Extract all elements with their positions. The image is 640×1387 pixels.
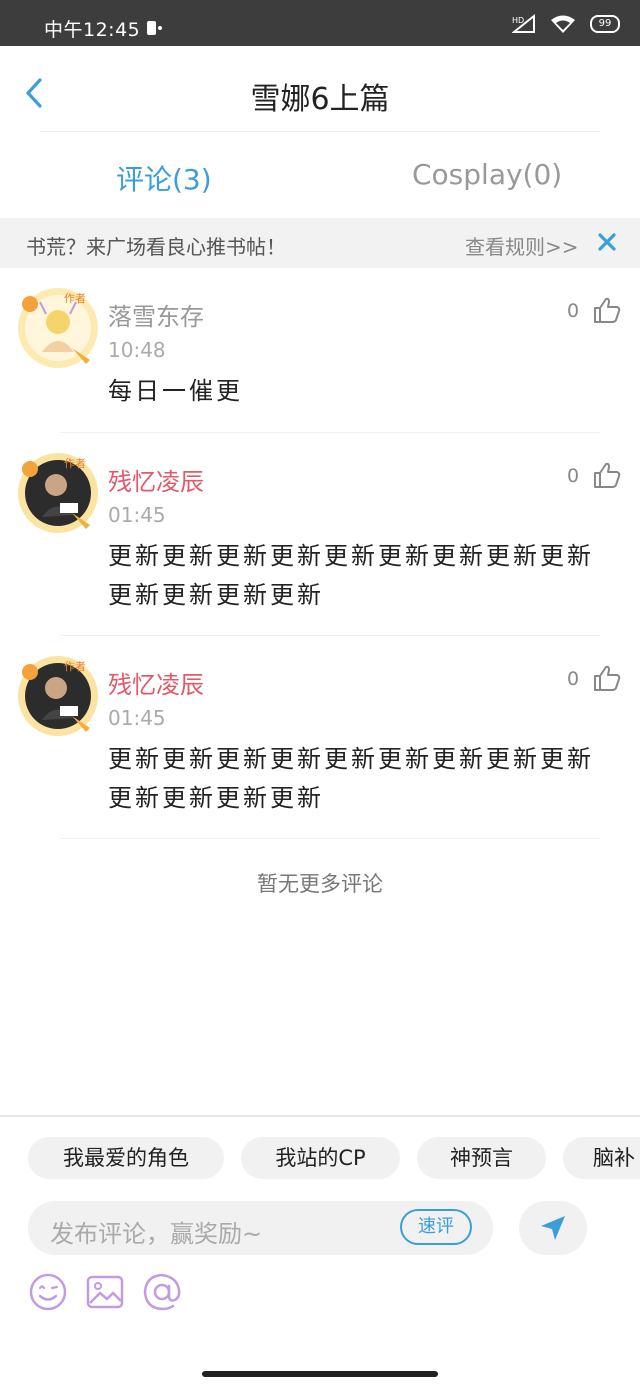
- comment-text: 每日一催更: [108, 377, 243, 405]
- avatar[interactable]: 作者: [12, 282, 104, 374]
- comment-time: 01:45: [108, 503, 166, 527]
- tab-comments[interactable]: 评论(3): [116, 158, 212, 198]
- svg-text:作者: 作者: [64, 292, 86, 305]
- avatar[interactable]: 作者: [12, 650, 104, 742]
- send-button[interactable]: [519, 1201, 587, 1255]
- like-count: 0: [567, 668, 580, 690]
- comment-composer: 我最爱的角色 我站的CP 神预言 脑补 发布评论，赢奖励~ 速评: [0, 1115, 640, 1360]
- notice-banner: 书荒？来广场看良心推书帖！ 查看规则>>: [0, 218, 640, 268]
- send-icon: [541, 1216, 565, 1240]
- page-title: 雪娜6上篇: [250, 82, 390, 117]
- status-bar: 中午12:45 HD 99: [0, 0, 640, 46]
- at-mention-icon[interactable]: [142, 1272, 182, 1312]
- comment-item: 作者 落雪东存 10:48 每日一催更 0: [0, 268, 640, 433]
- comment-author[interactable]: 落雪东存: [108, 297, 204, 332]
- notice-text[interactable]: 书荒？来广场看良心推书帖！: [26, 231, 286, 260]
- no-more-comments: 暂无更多评论: [257, 872, 383, 896]
- comment-input-placeholder: 发布评论，赢奖励~: [50, 1220, 263, 1248]
- svg-text:HD: HD: [512, 16, 524, 25]
- comment-text: 更新更新更新更新更新更新更新更新更新更新更新更新更新: [108, 542, 594, 609]
- view-rules-link[interactable]: 查看规则>>: [465, 231, 579, 260]
- header: 雪娜6上篇: [0, 46, 640, 132]
- chip-imagination[interactable]: 脑补: [563, 1137, 640, 1179]
- tab-bar: 评论(3) Cosplay(0): [0, 132, 640, 218]
- comment-input[interactable]: 发布评论，赢奖励~ 速评: [28, 1201, 493, 1255]
- thumbs-up-icon[interactable]: [592, 460, 622, 490]
- quick-review-button[interactable]: 速评: [400, 1209, 472, 1245]
- comment-author[interactable]: 残忆凌辰: [108, 665, 204, 700]
- image-icon[interactable]: [85, 1272, 125, 1312]
- comment-time: 10:48: [108, 338, 166, 362]
- comment-text: 更新更新更新更新更新更新更新更新更新更新更新更新更新: [108, 745, 594, 812]
- notification-icon: [147, 21, 162, 35]
- home-indicator[interactable]: [202, 1371, 438, 1377]
- comment-author[interactable]: 残忆凌辰: [108, 462, 204, 497]
- thumbs-up-icon[interactable]: [592, 295, 622, 325]
- chip-prophecy[interactable]: 神预言: [417, 1137, 546, 1179]
- chip-my-cp[interactable]: 我站的CP: [241, 1137, 400, 1179]
- thumbs-up-icon[interactable]: [592, 663, 622, 693]
- divider: [60, 838, 600, 839]
- comment-item: 作者 残忆凌辰 01:45 更新更新更新更新更新更新更新更新更新更新更新更新更新…: [0, 636, 640, 839]
- chip-favorite-character[interactable]: 我最爱的角色: [28, 1137, 224, 1179]
- close-icon[interactable]: [596, 231, 618, 253]
- tab-cosplay[interactable]: Cosplay(0): [412, 158, 562, 191]
- svg-text:作者: 作者: [64, 660, 86, 673]
- hd-signal-icon: HD: [512, 14, 535, 33]
- svg-text:作者: 作者: [64, 457, 86, 470]
- like-count: 0: [567, 300, 580, 322]
- like-count: 0: [567, 465, 580, 487]
- status-time: 中午12:45: [44, 19, 141, 41]
- avatar[interactable]: 作者: [12, 447, 104, 539]
- battery-icon: 99: [590, 15, 620, 33]
- emoji-icon[interactable]: [28, 1272, 68, 1312]
- comment-item: 作者 残忆凌辰 01:45 更新更新更新更新更新更新更新更新更新更新更新更新更新…: [0, 433, 640, 636]
- wifi-icon: [551, 15, 575, 33]
- comment-time: 01:45: [108, 706, 166, 730]
